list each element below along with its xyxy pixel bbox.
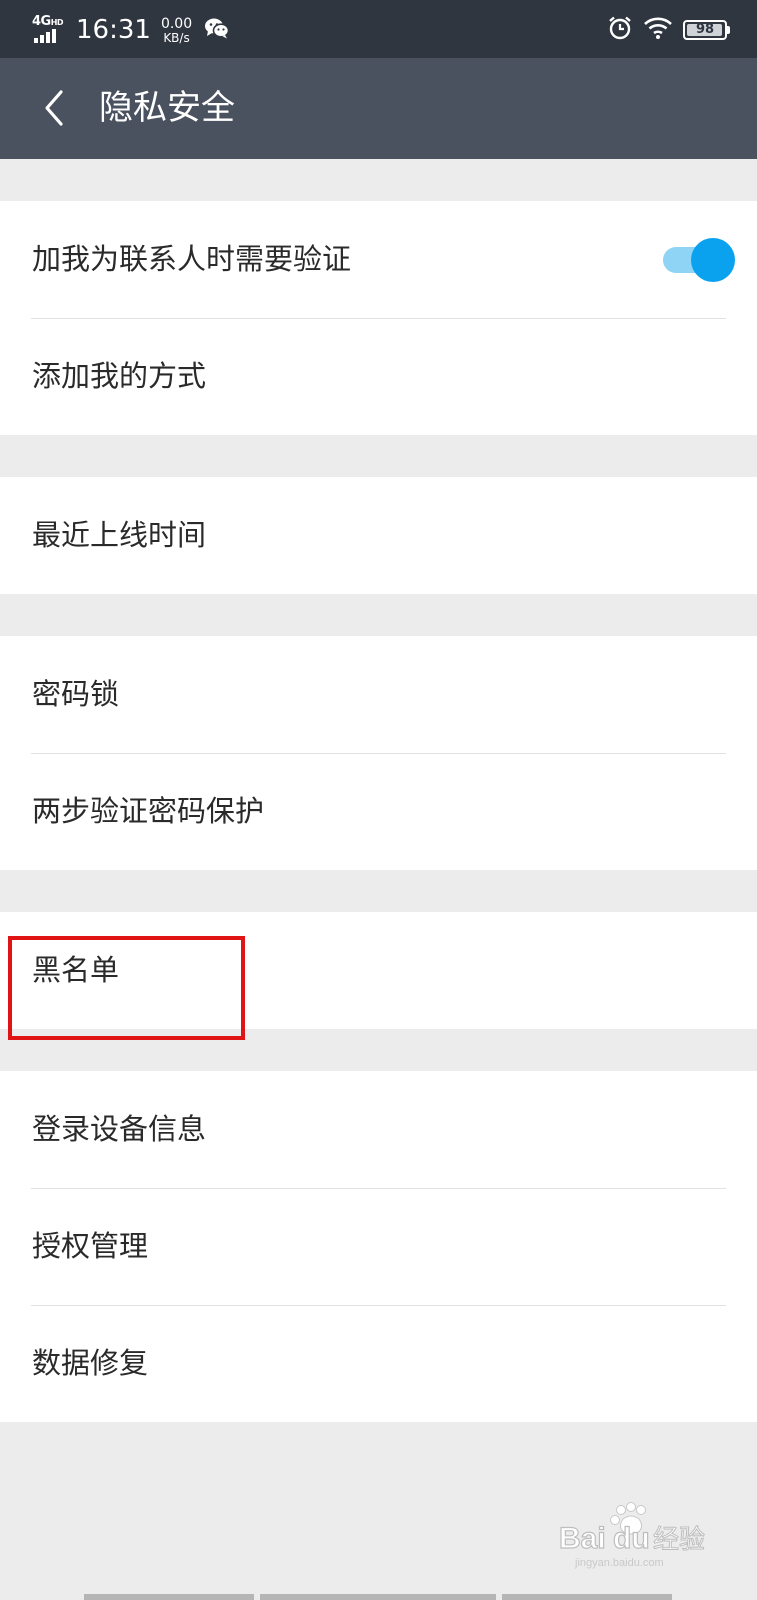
alarm-icon [607, 15, 633, 45]
signal-icon: 4GHD [32, 14, 68, 46]
highlight-box [8, 936, 245, 1040]
setting-last-online[interactable]: 最近上线时间 [0, 477, 757, 594]
setting-add-me-methods[interactable]: 添加我的方式 [0, 318, 757, 435]
setting-label: 两步验证密码保护 [32, 794, 265, 828]
page-title: 隐私安全 [99, 88, 235, 128]
svg-text:经验: 经验 [653, 1525, 705, 1555]
setting-passcode-lock[interactable]: 密码锁 [0, 636, 757, 753]
title-bar: 隐私安全 [0, 58, 757, 159]
status-left: 4GHD 16:31 0.00 KB/s [32, 10, 230, 50]
setting-two-step-verification[interactable]: 两步验证密码保护 [0, 753, 757, 870]
status-time: 16:31 [76, 15, 151, 45]
chevron-left-icon [45, 90, 63, 126]
bottom-bar-strip [0, 1594, 757, 1600]
setting-require-verification[interactable]: 加我为联系人时需要验证 [0, 201, 757, 318]
settings-list: 加我为联系人时需要验证 添加我的方式 最近上线时间 密码锁 两步验证密码保护 黑… [0, 159, 757, 1422]
svg-text:Bai: Bai [559, 1522, 606, 1555]
settings-group-devices: 登录设备信息 授权管理 数据修复 [0, 1071, 757, 1422]
verification-toggle[interactable] [659, 238, 735, 282]
back-button[interactable] [30, 84, 78, 132]
wechat-icon [204, 17, 230, 43]
setting-login-devices[interactable]: 登录设备信息 [0, 1071, 757, 1188]
setting-label: 授权管理 [32, 1229, 149, 1263]
svg-text:jingyan.baidu.com: jingyan.baidu.com [574, 1557, 664, 1569]
setting-data-repair[interactable]: 数据修复 [0, 1305, 757, 1422]
settings-group-verification: 加我为联系人时需要验证 添加我的方式 [0, 201, 757, 435]
network-speed: 0.00 KB/s [160, 15, 193, 45]
battery-level: 98 [695, 22, 715, 37]
setting-label: 加我为联系人时需要验证 [32, 242, 352, 276]
network-type: 4GHD [32, 14, 64, 29]
status-bar: 4GHD 16:31 0.00 KB/s 98 [0, 0, 757, 58]
settings-group-password: 密码锁 两步验证密码保护 [0, 636, 757, 870]
watermark-logo: Bai du 经验 jingyan.baidu.com [557, 1502, 717, 1572]
svg-text:du: du [613, 1522, 650, 1555]
setting-authorization-management[interactable]: 授权管理 [0, 1188, 757, 1305]
setting-label: 数据修复 [32, 1346, 149, 1380]
setting-label: 最近上线时间 [32, 518, 207, 552]
setting-label: 登录设备信息 [32, 1112, 207, 1146]
settings-group-online: 最近上线时间 [0, 477, 757, 594]
setting-label: 密码锁 [32, 677, 120, 711]
battery-icon: 98 [683, 20, 730, 40]
status-right: 98 [597, 14, 730, 46]
setting-label: 添加我的方式 [32, 359, 207, 393]
wifi-icon [643, 16, 673, 44]
